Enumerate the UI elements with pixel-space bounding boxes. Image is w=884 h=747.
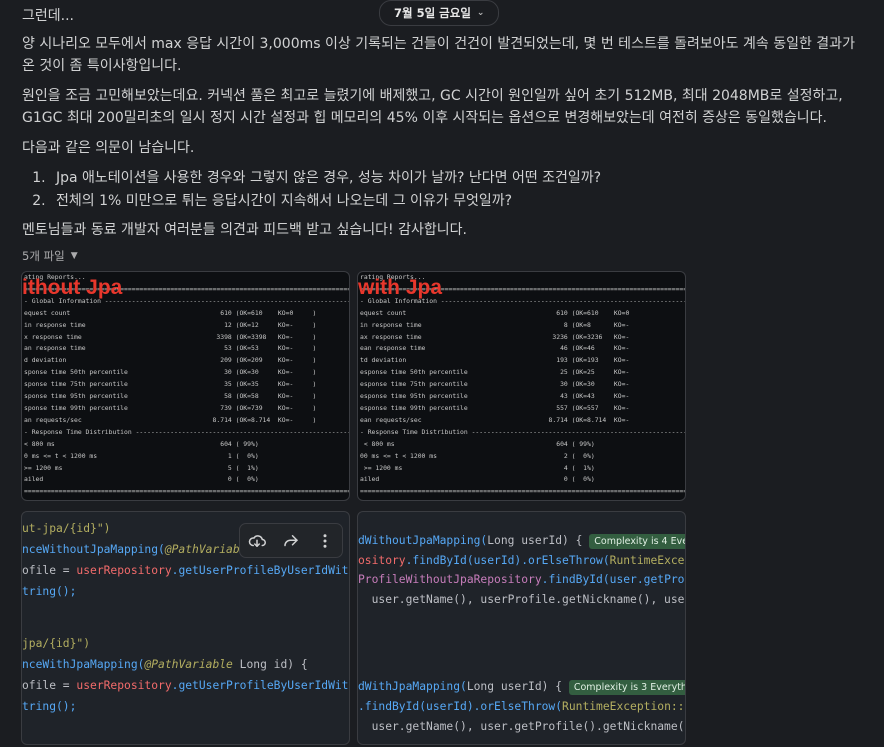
message-line: 멘토님들과 동료 개발자 여러분들 의견과 피드백 받고 싶습니다! 감사합니다…	[22, 222, 467, 238]
report-line: esponse time 50th percentile 25 (OK=25 K…	[360, 368, 630, 377]
question-list: Jpa 애노테이션을 사용한 경우와 그렇지 않은 경우, 성능 차이가 날까?…	[22, 167, 601, 213]
report-line: sponse time 50th percentile 30 (OK=30 KO…	[24, 368, 317, 377]
files-toggle[interactable]: 5개 파일 ▼	[22, 248, 78, 264]
report-line: an requests/sec 8.714 (OK=8.714 KO=- )	[24, 415, 317, 424]
report-line: td deviation 193 (OK=193 KO=-	[360, 356, 630, 365]
code-text: nceWithJpaMapping(	[22, 658, 145, 671]
report-line: x response time 3398 (OK=3398 KO=- )	[24, 332, 317, 341]
report-text: rating Reports... =======================…	[358, 272, 685, 498]
code-text: .findById(user.getProfi	[541, 573, 686, 586]
complexity-badge: Complexity is 4 Everyth	[589, 534, 685, 549]
report-line: < 800 ms 604 ( 99%)	[360, 439, 595, 448]
files-label: 5개 파일	[22, 249, 65, 263]
code-text: .getUserProfileByUserIdWit	[171, 679, 349, 692]
complexity-badge: Complexity is 3 Everything	[568, 680, 685, 695]
message-line: G1GC 최대 200밀리초의 일시 정지 시간 설정과 힙 메모리의 45% …	[22, 110, 827, 126]
report-line: equest count 610 (OK=610 KO=0	[360, 308, 630, 317]
more-vertical-icon[interactable]	[314, 530, 336, 552]
code-text: Long id) {	[232, 658, 308, 671]
message-line: 원인을 조금 고민해보았는데요. 커넥션 풀은 최고로 늘렸기에 배제했고, G…	[22, 88, 843, 104]
report-line: ========================================…	[360, 487, 686, 496]
code-text: userRepository	[76, 564, 172, 577]
code-text: ofile =	[22, 679, 77, 692]
report-line: sponse time 75th percentile 35 (OK=35 KO…	[24, 380, 317, 389]
report-line: an response time 53 (OK=53 KO=- )	[24, 344, 317, 353]
message-line: 온 것이 좀 특이사항입니다.	[22, 58, 182, 74]
report-line: - Response Time Distribution -----------…	[360, 427, 686, 436]
code-text: .findById(userId).orElseThrow(	[405, 554, 610, 567]
report-line: >= 1200 ms 4 ( 1%)	[360, 463, 595, 472]
code-text: ository	[358, 554, 406, 567]
report-line: ailed 0 ( 0%)	[24, 475, 259, 484]
report-line: esponse time 75th percentile 30 (OK=30 K…	[360, 380, 630, 389]
report-line: >= 1200 ms 5 ( 1%)	[24, 463, 259, 472]
date-label: 7월 5일 금요일	[394, 6, 471, 20]
report-line: sponse time 99th percentile 739 (OK=739 …	[24, 403, 317, 412]
code-text: .findById(userId).orElseThrow(	[358, 700, 563, 713]
report-line: ========================================…	[24, 487, 350, 496]
cloud-download-icon[interactable]	[246, 530, 268, 552]
code-text: dWithJpaMapping(	[358, 680, 467, 693]
report-line: ean requests/sec 8.714 (OK=8.714 KO=-	[360, 415, 630, 424]
code-text: dWithoutJpaMapping(	[358, 534, 488, 547]
image-thumbnail-without-jpa-report[interactable]: ating Reports... ========================…	[21, 271, 350, 501]
code-text: tring();	[22, 700, 77, 713]
code-text: ofile =	[22, 564, 77, 577]
code-text: nceWithoutJpaMapping(	[22, 543, 165, 556]
report-line: ean response time 46 (OK=46 KO=-	[360, 344, 630, 353]
report-line: esponse time 95th percentile 43 (OK=43 K…	[360, 392, 630, 401]
report-text: ating Reports... ========================…	[22, 272, 349, 498]
code-text: userRepository	[76, 679, 172, 692]
code-text: RuntimeExcepti	[609, 554, 685, 567]
code-text: ProfileWithoutJpaRepository	[358, 573, 542, 586]
report-line: - Response Time Distribution -----------…	[24, 427, 350, 436]
report-line: 00 ms <= t < 1200 ms 2 ( 0%)	[360, 451, 595, 460]
code-text: user.getName(), userProfile.getNickname(…	[358, 593, 686, 606]
chevron-down-icon: ⌄	[476, 8, 485, 18]
report-line: < 800 ms 604 ( 99%)	[24, 439, 259, 448]
code-text: user.getName(), user.getProfile().getNic…	[358, 720, 686, 733]
code-text: RuntimeException::new	[562, 700, 685, 713]
code-text: @PathVariable	[144, 658, 233, 671]
code-text: ut-jpa/{id}")	[22, 522, 111, 535]
message-line: 그런데...	[22, 8, 74, 24]
report-line: in response time 8 (OK=8 KO=-	[360, 320, 630, 329]
share-icon[interactable]	[280, 530, 302, 552]
report-line: ailed 0 ( 0%)	[360, 475, 595, 484]
file-hover-toolbar	[239, 523, 343, 558]
overlay-label: ithout Jpa	[22, 276, 123, 299]
report-line: equest count 610 (OK=610 KO=0 )	[24, 308, 317, 317]
image-thumbnail-service-code[interactable]: dWithoutJpaMapping(Long userId) { Comple…	[357, 511, 686, 745]
image-thumbnail-with-jpa-report[interactable]: rating Reports... =======================…	[357, 271, 686, 501]
code-text: tring();	[22, 585, 77, 598]
code-text: @PathVariab	[164, 543, 240, 556]
report-line: ax response time 3236 (OK=3236 KO=-	[360, 332, 630, 341]
code-text: Long userId) {	[466, 680, 563, 693]
list-item: 전체의 1% 미만으로 튀는 응답시간이 지속해서 나오는데 그 이유가 무엇일…	[50, 190, 601, 213]
report-line: in response time 12 (OK=12 KO=- )	[24, 320, 317, 329]
report-line: d deviation 209 (OK=209 KO=- )	[24, 356, 317, 365]
message-line: 양 시나리오 모두에서 max 응답 시간이 3,000ms 이상 기록되는 건…	[22, 36, 855, 52]
report-line: sponse time 95th percentile 58 (OK=58 KO…	[24, 392, 317, 401]
code-text: jpa/{id}")	[22, 637, 91, 650]
caret-down-icon: ▼	[70, 251, 78, 261]
code-text: Long userId) {	[487, 534, 583, 547]
code-text: .getUserProfileByUserIdWit	[171, 564, 349, 577]
overlay-label: with Jpa	[358, 276, 443, 299]
message-line: 다음과 같은 의문이 남습니다.	[22, 140, 195, 156]
date-divider-button[interactable]: 7월 5일 금요일 ⌄	[379, 0, 500, 26]
list-item: Jpa 애노테이션을 사용한 경우와 그렇지 않은 경우, 성능 차이가 날까?…	[50, 167, 601, 190]
report-line: 0 ms <= t < 1200 ms 1 ( 0%)	[24, 451, 259, 460]
report-line: esponse time 99th percentile 557 (OK=557…	[360, 403, 630, 412]
